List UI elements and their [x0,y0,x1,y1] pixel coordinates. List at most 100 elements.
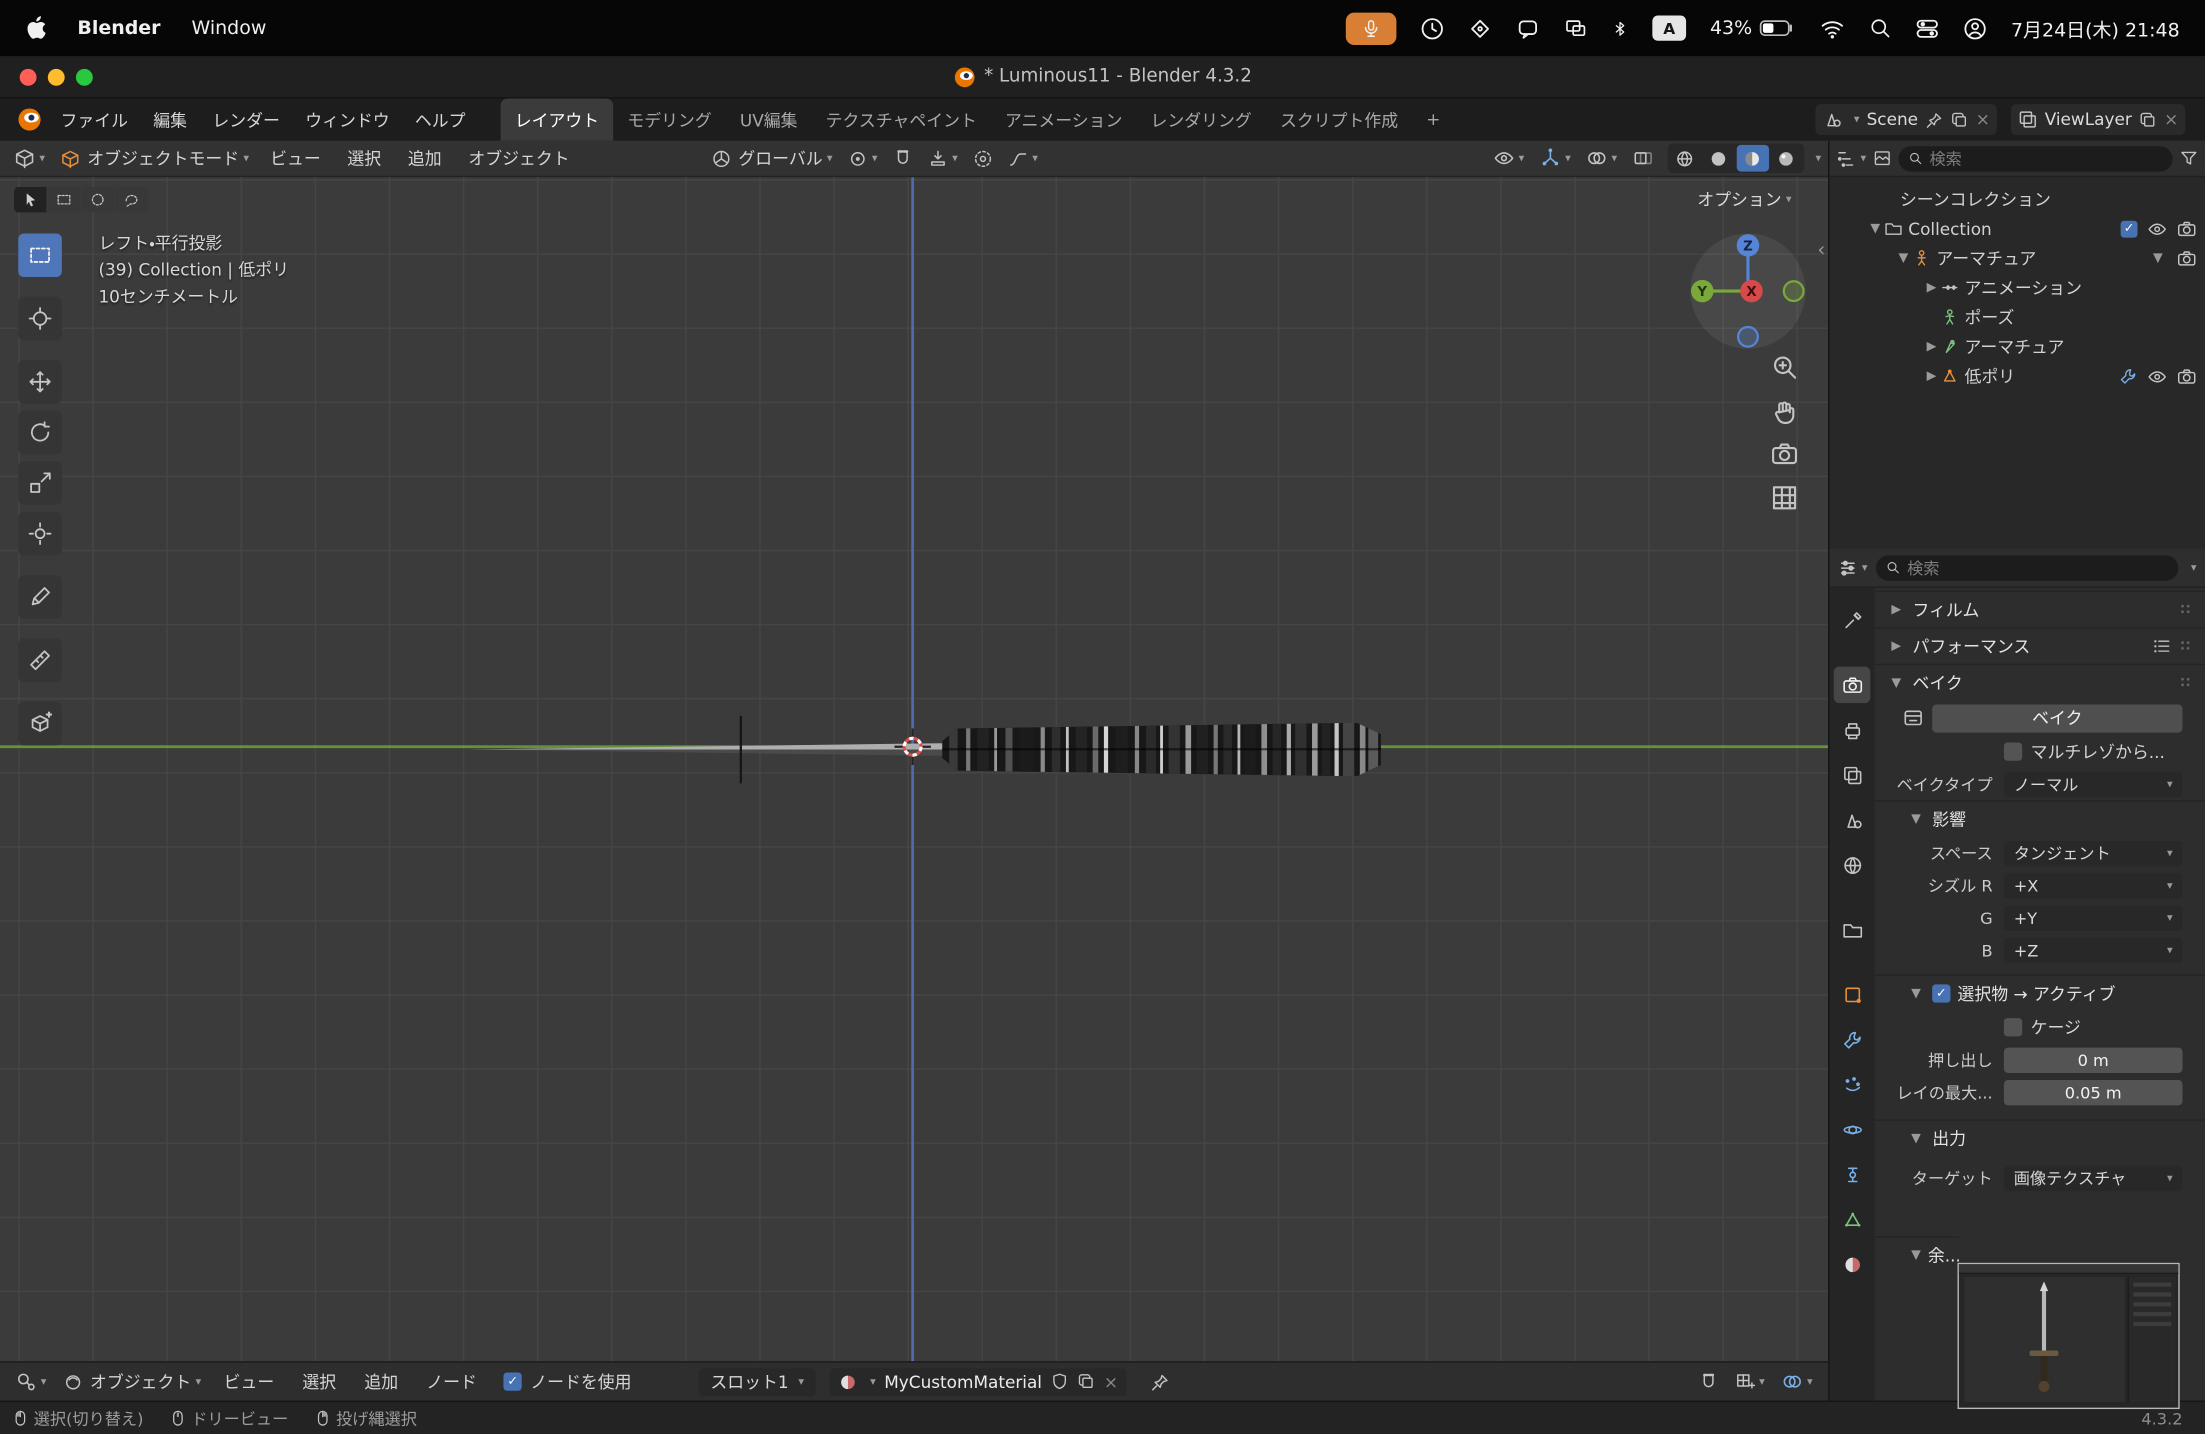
add-workspace-button[interactable]: + [1412,98,1454,140]
snap-target-selector[interactable]: ▾ [921,143,965,174]
tab-tool-properties[interactable] [1834,602,1871,639]
shader-grid-snap-selector[interactable]: ▾ [1728,1366,1772,1397]
properties-search[interactable] [1875,554,2179,581]
tab-modifier-properties[interactable] [1834,1021,1871,1058]
chevron-down-icon[interactable]: ▼ [2149,251,2167,265]
tab-modeling[interactable]: モデリング [613,98,726,140]
properties-options-arrow[interactable]: ▾ [2191,561,2197,573]
tab-render-properties[interactable] [1833,666,1871,704]
material-selector[interactable]: ▾ MyCustomMaterial × [829,1367,1127,1396]
overlays-toggle-selector[interactable]: ▾ [1579,143,1624,174]
collapse-arrow-icon[interactable]: ▶ [1922,340,1940,354]
pin-node-tree-icon[interactable] [1143,1366,1177,1397]
toggle-ortho-button[interactable] [1770,484,1798,512]
tool-rotate[interactable] [18,410,62,455]
collection-checkbox[interactable]: ✓ [2120,220,2138,237]
material-name[interactable]: MyCustomMaterial [884,1372,1042,1392]
properties-editor-type-button[interactable]: ▾ [1838,558,1868,578]
macos-app-menu[interactable]: Blender [77,17,160,40]
outliner-row-pose[interactable]: ポーズ [1830,302,2205,332]
editor-type-button[interactable]: ▾ [7,143,52,174]
material-slot-dropdown[interactable]: スロット1 ▾ [699,1367,816,1396]
facetime-icon[interactable] [1420,16,1444,40]
properties-search-input[interactable] [1907,557,2169,578]
panel-output[interactable]: ▼ 出力 [1874,1119,2205,1156]
outliner-row-collection[interactable]: ▼ Collection ✓ [1830,214,2205,244]
select-circle-button[interactable] [81,187,114,213]
tab-material-properties[interactable] [1834,1246,1871,1283]
shading-material-button[interactable] [1736,144,1770,172]
apple-menu-icon[interactable] [25,15,46,40]
view-layer-name[interactable]: ViewLayer [2045,110,2132,130]
panel-margin[interactable]: ▼ 余... [1874,1236,1959,1273]
tab-scripting[interactable]: スクリプト作成 [1266,98,1412,140]
shader-menu-node[interactable]: ノード [414,1363,490,1401]
tab-collection-properties[interactable] [1834,911,1871,948]
user-menu-icon[interactable] [1963,16,1987,40]
mode-selector[interactable]: オブジェクトモード ▾ [53,143,256,174]
outliner-filter-icon[interactable] [2180,149,2198,167]
menu-edit[interactable]: 編集 [141,98,200,140]
tool-measure[interactable] [18,638,62,683]
select-tweak-button[interactable] [14,187,47,213]
panel-selected-to-active[interactable]: ▼ ✓ 選択物 → アクティブ [1874,974,2205,1012]
panel-film[interactable]: ▶ フィルム [1874,590,2205,628]
view-layer-new-icon[interactable] [2139,110,2157,128]
panel-performance[interactable]: ▶ パフォーマンス [1874,627,2205,664]
scene-browse-arrow[interactable]: ▾ [1854,113,1860,125]
outliner-display-mode-icon[interactable] [1873,149,1891,167]
collapse-arrow-icon[interactable]: ▶ [1922,369,1940,383]
viewport-menu-view[interactable]: ビュー [257,141,333,176]
tab-data-properties[interactable] [1834,1201,1871,1238]
outliner-row-animation[interactable]: ▶ アニメーション [1830,273,2205,303]
shader-snap-toggle[interactable] [1692,1366,1726,1397]
transform-orientation-selector[interactable]: グローバル ▾ [705,143,840,174]
outliner-search-input[interactable] [1929,148,2163,169]
gizmo-toggle-selector[interactable]: ▾ [1533,143,1578,174]
scene-pin-icon[interactable] [1925,110,1943,128]
render-preview-thumbnail[interactable] [1957,1262,2180,1410]
macos-window-menu[interactable]: Window [191,17,266,40]
scene-selector[interactable]: ▾ Scene × [1815,104,1997,135]
wifi-icon[interactable] [1820,18,1845,39]
menu-file[interactable]: ファイル [48,98,141,140]
viewport-options-button[interactable]: オプション ▾ [1697,187,1791,211]
expand-arrow-icon[interactable]: ▼ [1866,221,1884,235]
outliner-row-scene-collection[interactable]: シーンコレクション [1830,184,2205,214]
scene-name[interactable]: Scene [1867,110,1918,130]
shading-solid-button[interactable] [1703,145,1735,172]
tab-texture-paint[interactable]: テクスチャペイント [812,98,991,140]
control-center-icon[interactable] [1915,16,1939,40]
disable-render-camera-icon[interactable] [2177,248,2197,268]
use-nodes-checkbox[interactable]: ✓ [503,1372,522,1391]
close-window-button[interactable] [19,68,37,86]
bake-button[interactable]: ベイク [1932,703,2183,732]
unlink-material-icon[interactable]: × [1104,1372,1118,1392]
menubar-clock[interactable]: 7月24日(木) 21:48 [2011,14,2180,43]
tab-layout[interactable]: レイアウト [500,98,614,141]
spotlight-icon[interactable] [1869,17,1892,40]
scene-new-icon[interactable] [1950,110,1968,128]
tab-world-properties[interactable] [1834,847,1871,884]
minimize-window-button[interactable] [47,68,65,86]
hide-eye-icon[interactable] [2147,366,2167,386]
tool-cursor[interactable] [18,296,62,341]
tab-physics-properties[interactable] [1834,1111,1871,1148]
fake-user-shield-icon[interactable] [1050,1373,1068,1391]
select-lasso-button[interactable] [115,187,148,213]
shading-wireframe-button[interactable] [1669,145,1701,172]
selected-to-active-checkbox[interactable]: ✓ [1932,984,1951,1003]
preset-list-icon[interactable] [2153,638,2171,653]
mic-status-icon[interactable] [1345,11,1397,45]
proportional-edit-toggle[interactable] [966,143,1000,174]
tab-uv-editing[interactable]: UV編集 [726,98,812,140]
collapse-arrow-icon[interactable]: ▶ [1922,281,1940,295]
expand-arrow-icon[interactable]: ▼ [1894,251,1912,265]
screen-mirroring-icon[interactable] [1564,17,1588,40]
battery-indicator[interactable]: 43% [1710,17,1796,39]
swizzle-g-dropdown[interactable]: +Y ▾ [2003,904,2183,931]
shader-menu-view[interactable]: ビュー [211,1363,287,1401]
use-nodes-toggle[interactable]: ✓ ノードを使用 [503,1370,632,1394]
modifier-wrench-icon[interactable] [2119,367,2137,385]
tool-move[interactable] [18,360,62,404]
